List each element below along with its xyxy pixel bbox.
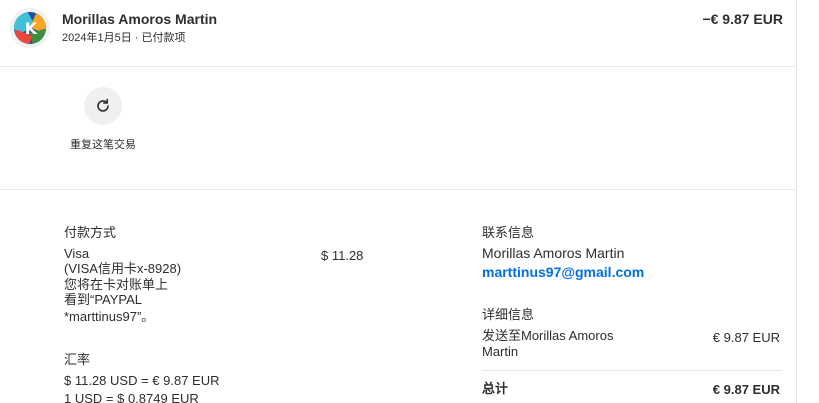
- details-recipient-line: Martin: [482, 344, 519, 359]
- payment-method-title: 付款方式: [64, 225, 117, 240]
- repeat-transaction-label[interactable]: 重复这笔交易: [70, 138, 136, 153]
- repeat-transaction-button[interactable]: [84, 87, 122, 125]
- repeat-section: 重复这笔交易: [0, 67, 797, 190]
- payment-method-line: 您将在卡对账单上: [64, 277, 169, 292]
- exchange-rate-line: 1 USD = $ 0.8749 EUR: [64, 391, 199, 403]
- payment-method-line: 看到“PAYPAL: [64, 292, 143, 307]
- payment-method-line: *marttinus97”。: [64, 309, 155, 324]
- contact-info-title: 联系信息: [482, 225, 535, 240]
- transaction-date-status: 2024年1月5日 · 已付款项: [62, 32, 186, 44]
- contact-email-link[interactable]: marttinus97@gmail.com: [482, 265, 644, 280]
- contact-name: Morillas Amoros Martin: [482, 245, 625, 261]
- refresh-icon: [97, 98, 109, 112]
- total-label: 总计: [482, 381, 509, 396]
- details-divider: [482, 370, 782, 371]
- merchant-name: Morillas Amoros Martin: [62, 11, 218, 27]
- transaction-amount: −€ 9.87 EUR: [702, 11, 783, 27]
- exchange-rate-title: 汇率: [64, 352, 91, 367]
- payment-method-amount: $ 11.28: [321, 248, 364, 263]
- total-amount: € 9.87 EUR: [712, 382, 780, 397]
- merchant-logo-icon: K: [14, 12, 46, 44]
- exchange-rate-line: $ 11.28 USD = € 9.87 EUR: [64, 373, 220, 388]
- transaction-header: K Morillas Amoros Martin 2024年1月5日 · 已付款…: [0, 0, 797, 67]
- details-recipient-line: 发送至Morillas Amoros: [482, 328, 614, 343]
- payment-method-line: (VISA信用卡x-8928): [64, 261, 182, 276]
- payment-method-line: Visa: [64, 246, 90, 261]
- transaction-details-panel: K Morillas Amoros Martin 2024年1月5日 · 已付款…: [0, 0, 797, 403]
- details-amount: € 9.87 EUR: [712, 330, 780, 345]
- details-title: 详细信息: [482, 307, 535, 322]
